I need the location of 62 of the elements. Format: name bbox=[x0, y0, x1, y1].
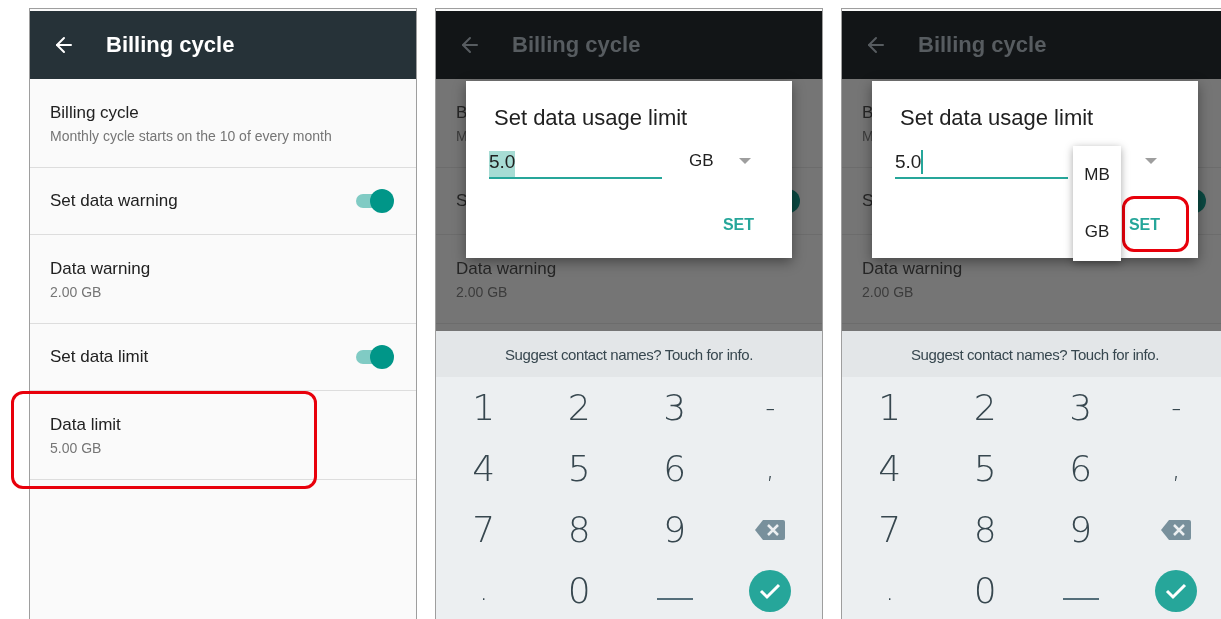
done-check-icon[interactable] bbox=[1155, 569, 1198, 612]
keyboard-key[interactable]: , bbox=[722, 438, 818, 499]
toggle-switch[interactable] bbox=[354, 345, 394, 369]
keyboard-key[interactable]: - bbox=[722, 377, 818, 438]
keyboard-key[interactable]: 8 bbox=[531, 499, 627, 560]
setting-title: Data warning bbox=[862, 258, 963, 279]
screen-title: Billing cycle bbox=[512, 32, 641, 58]
screen-title: Billing cycle bbox=[918, 32, 1047, 58]
setting-title: B bbox=[456, 102, 468, 123]
keyboard-key[interactable]: 2 bbox=[937, 377, 1033, 438]
input-field[interactable]: 5.0 bbox=[895, 147, 1068, 179]
keyboard-key[interactable]: 5 bbox=[531, 438, 627, 499]
setting-value: Monthly cycle starts on the 10 of every month bbox=[50, 127, 332, 144]
setting-title: Data limit bbox=[50, 414, 121, 435]
keyboard-key[interactable]: 6 bbox=[627, 438, 723, 499]
keyboard-key[interactable]: 4 bbox=[842, 438, 938, 499]
dropdown-arrow-icon[interactable] bbox=[739, 158, 751, 164]
setting-value: 2.00 GB bbox=[50, 283, 103, 300]
menu-item[interactable]: GB bbox=[1084, 222, 1110, 243]
setting-title: S bbox=[862, 191, 874, 211]
keyboard-key[interactable]: 8 bbox=[937, 499, 1033, 560]
keyboard-key[interactable]: 0 bbox=[531, 560, 627, 619]
keyboard-key[interactable]: - bbox=[1128, 377, 1221, 438]
menu-item[interactable]: MB bbox=[1084, 164, 1110, 185]
setting-value: 5.00 GB bbox=[50, 439, 103, 456]
keyboard-key[interactable]: , bbox=[1128, 438, 1221, 499]
keyboard-key[interactable]: 9 bbox=[1033, 499, 1129, 560]
setting-title: B bbox=[862, 102, 874, 123]
setting-title: Set data warning bbox=[50, 191, 178, 211]
keyboard-key[interactable]: 7 bbox=[436, 499, 532, 560]
done-check-icon[interactable] bbox=[749, 569, 792, 612]
screen-title: Billing cycle bbox=[106, 32, 235, 58]
keyboard-key[interactable]: 1 bbox=[436, 377, 532, 438]
setting-value: 2.00 GB bbox=[862, 283, 915, 300]
keyboard-key[interactable]: 3 bbox=[627, 377, 723, 438]
keyboard-key[interactable]: 4 bbox=[436, 438, 532, 499]
setting-title: Data warning bbox=[456, 258, 557, 279]
setting-title: Set data limit bbox=[50, 347, 149, 367]
toggle-switch[interactable] bbox=[354, 189, 394, 213]
keyboard-key[interactable]: . bbox=[842, 560, 938, 619]
keyboard-key[interactable]: 6 bbox=[1033, 438, 1129, 499]
setting-title: Billing cycle bbox=[50, 102, 140, 123]
suggestion-bar[interactable]: Suggest contact names? Touch for info. bbox=[436, 331, 822, 377]
backspace-icon[interactable] bbox=[1161, 518, 1192, 541]
keyboard-key[interactable]: 9 bbox=[627, 499, 723, 560]
input-field[interactable]: 5.0 bbox=[489, 147, 662, 179]
backspace-icon[interactable] bbox=[755, 518, 786, 541]
keyboard-key[interactable]: 0 bbox=[937, 560, 1033, 619]
setting-title: S bbox=[456, 191, 468, 211]
keyboard-key[interactable]: 3 bbox=[1033, 377, 1129, 438]
keyboard-key[interactable]: 7 bbox=[842, 499, 938, 560]
dropdown-arrow-icon[interactable] bbox=[1145, 158, 1157, 164]
setting-title: Data warning bbox=[50, 258, 151, 279]
setting-value: 2.00 GB bbox=[456, 283, 509, 300]
suggestion-bar[interactable]: Suggest contact names? Touch for info. bbox=[842, 331, 1221, 377]
keyboard-key[interactable]: . bbox=[436, 560, 532, 619]
keyboard-key[interactable]: 5 bbox=[937, 438, 1033, 499]
keyboard-key[interactable]: 2 bbox=[531, 377, 627, 438]
keyboard-key[interactable]: 1 bbox=[842, 377, 938, 438]
dialog-title: Set data usage limit bbox=[494, 105, 688, 131]
unit-label[interactable]: GB bbox=[689, 151, 714, 171]
dialog-title: Set data usage limit bbox=[900, 105, 1094, 131]
